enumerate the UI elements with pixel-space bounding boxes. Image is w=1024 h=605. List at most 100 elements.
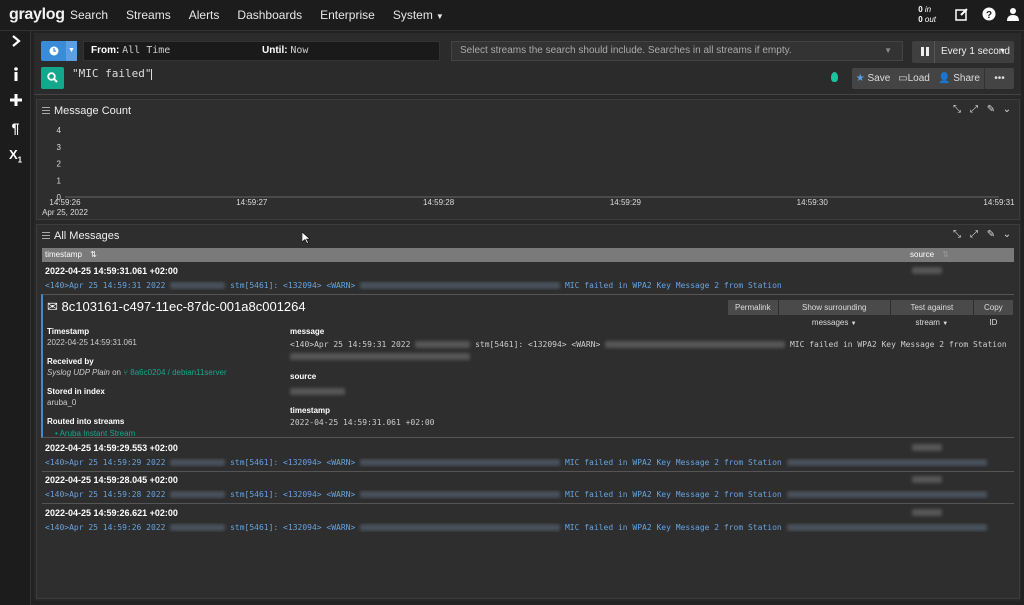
message-fields: message <140>Apr 25 14:59:31 2022 stm[54… xyxy=(290,327,1010,427)
search-button[interactable] xyxy=(41,67,64,89)
table-row[interactable]: 2022-04-25 14:59:26.621 +02:00 <140>Apr … xyxy=(42,508,1014,532)
show-surrounding-label: Show surrounding messages xyxy=(802,303,867,327)
until-value: Now xyxy=(290,45,309,56)
column-header-source[interactable]: source ⇅ xyxy=(910,248,949,262)
row-timestamp: 2022-04-25 14:59:29.553 +02:00 xyxy=(45,443,178,453)
search-query-input[interactable]: "MIC failed" xyxy=(70,66,830,88)
table-row[interactable]: 2022-04-25 14:59:28.045 +02:00 <140>Apr … xyxy=(42,475,1014,499)
message-tail: MIC failed in WPA2 Key Message 2 from St… xyxy=(564,523,782,532)
received-label: Received by xyxy=(47,357,94,366)
load-label: Load xyxy=(907,73,930,84)
chevron-right-icon[interactable] xyxy=(0,34,31,52)
message-prefix: <140>Apr 25 14:59:31 2022 xyxy=(45,281,166,290)
x-tick-label: 14:59:28 xyxy=(423,198,455,207)
search-query-text: "MIC failed" xyxy=(72,67,152,80)
node-icon: ⑂ xyxy=(123,368,129,377)
edit-icon[interactable]: ✎ xyxy=(985,229,997,241)
drag-handle-icon[interactable] xyxy=(42,232,50,239)
nav-dashboards[interactable]: Dashboards xyxy=(237,8,302,22)
help-icon[interactable]: ? xyxy=(981,7,997,23)
edit-icon[interactable] xyxy=(954,7,970,23)
graylog-logo[interactable]: graylog xyxy=(0,6,70,24)
lightbulb-icon[interactable] xyxy=(831,72,838,82)
compress-icon[interactable]: ⤡ xyxy=(951,229,963,241)
caret-down-icon: ▼ xyxy=(435,12,444,21)
message-actions: Permalink Show surrounding messages ▼ Te… xyxy=(728,300,1014,327)
panel-header: All Messages ⤡ ⤢ ✎ ⌄ xyxy=(37,225,1019,249)
nav-streams[interactable]: Streams xyxy=(126,8,171,22)
refresh-interval-button[interactable]: Every 1 second ▼ xyxy=(912,41,1014,63)
column-header-timestamp[interactable]: timestamp ⇅ xyxy=(45,248,97,262)
plus-icon[interactable] xyxy=(0,93,31,110)
sort-icon[interactable]: ⇅ xyxy=(942,250,949,259)
subscript-icon[interactable]: X1 xyxy=(0,147,31,165)
row-divider xyxy=(42,503,1014,504)
share-button[interactable]: 👤 Share xyxy=(934,68,984,89)
y-tick-label: 1 xyxy=(57,176,62,185)
stream-select[interactable]: Select streams the search should include… xyxy=(451,41,903,61)
info-icon[interactable] xyxy=(0,67,31,85)
message-meta: Timestamp 2022-04-25 14:59:31.061 Receiv… xyxy=(47,327,277,438)
mouse-cursor-icon xyxy=(302,232,310,244)
column-source-label: source xyxy=(910,250,935,259)
more-actions-button[interactable]: ••• xyxy=(984,68,1014,89)
chevron-down-icon[interactable]: ⌄ xyxy=(1001,229,1013,241)
user-icon[interactable] xyxy=(1005,7,1021,23)
x-tick-label: 14:59:26 xyxy=(49,198,81,207)
throughput-out-value: 0 xyxy=(918,15,923,24)
timestamp-label: Timestamp xyxy=(47,327,90,336)
message-prefix: <140>Apr 25 14:59:31 2022 xyxy=(290,340,411,349)
search-icon xyxy=(47,72,58,83)
share-user-icon: 👤 xyxy=(938,73,951,84)
save-label: Save xyxy=(867,73,891,84)
left-sidebar: ¶ X1 xyxy=(0,31,31,605)
folder-icon: ▭ xyxy=(898,73,908,84)
from-label: From: xyxy=(91,45,120,56)
show-surrounding-button[interactable]: Show surrounding messages ▼ xyxy=(778,300,891,327)
nav-enterprise[interactable]: Enterprise xyxy=(320,8,375,22)
nav-search[interactable]: Search xyxy=(70,8,108,22)
node-link[interactable]: ⑂ 8a6c0204 / debian11server xyxy=(123,368,226,377)
permalink-button[interactable]: Permalink xyxy=(728,300,779,315)
row-timestamp: 2022-04-25 14:59:28.045 +02:00 xyxy=(45,475,178,485)
redacted-source xyxy=(912,509,942,516)
from-value: All Time xyxy=(122,45,171,56)
expand-icon[interactable]: ⤢ xyxy=(968,229,980,241)
nav-system[interactable]: System ▼ xyxy=(393,8,444,22)
paragraph-icon[interactable]: ¶ xyxy=(0,120,31,136)
y-tick-label: 3 xyxy=(57,143,62,152)
clock-icon xyxy=(41,41,66,61)
throughput-in-value: 0 xyxy=(918,5,923,14)
time-range-display[interactable]: From: All Time Until: Now xyxy=(83,41,440,61)
copy-id-button[interactable]: Copy ID xyxy=(973,300,1014,327)
x-tick-label: 14:59:27 xyxy=(236,198,268,207)
message-id: 8c103161-c497-11ec-87dc-001a8c001264 xyxy=(61,299,306,314)
svg-text:?: ? xyxy=(986,10,992,21)
message-mid: stm[5461]: <132094> <WARN> xyxy=(230,490,356,499)
logo-text: gray xyxy=(9,6,42,23)
message-mid: stm[5461]: <132094> <WARN> xyxy=(230,281,356,290)
pause-icon xyxy=(921,41,929,65)
message-tail: MIC failed in WPA2 Key Message 2 from St… xyxy=(564,490,782,499)
throughput-indicator[interactable]: 0 in 0 out xyxy=(918,5,936,25)
redacted-source xyxy=(912,476,942,483)
nav-alerts[interactable]: Alerts xyxy=(189,8,220,22)
table-row[interactable]: 2022-04-25 14:59:29.553 +02:00 <140>Apr … xyxy=(42,443,1014,467)
node-name: 8a6c0204 / debian11server xyxy=(130,368,227,377)
save-button[interactable]: ★ Save xyxy=(852,68,894,89)
x-axis-date-label: Apr 25, 2022 xyxy=(42,208,88,217)
stream-link[interactable]: • Aruba Instant Stream xyxy=(47,429,277,438)
row-divider xyxy=(42,471,1014,472)
query-type-button[interactable]: ▼ xyxy=(41,41,77,61)
share-label: Share xyxy=(953,73,980,84)
row-message: <140>Apr 25 14:59:28 2022 stm[5461]: <13… xyxy=(42,490,1014,499)
logo-text-accent: log xyxy=(41,6,65,23)
throughput-out-label: out xyxy=(924,15,936,24)
caret-down-icon: ▼ xyxy=(999,48,1006,55)
sort-icon[interactable]: ⇅ xyxy=(90,250,97,259)
table-row[interactable]: 2022-04-25 14:59:31.061 +02:00 <140>Apr … xyxy=(42,266,1014,290)
x-tick-label: 14:59:31 xyxy=(983,198,1015,207)
load-button[interactable]: ▭Load xyxy=(894,68,934,89)
y-tick-label: 4 xyxy=(57,126,62,135)
test-against-stream-button[interactable]: Test against stream ▼ xyxy=(890,300,974,327)
